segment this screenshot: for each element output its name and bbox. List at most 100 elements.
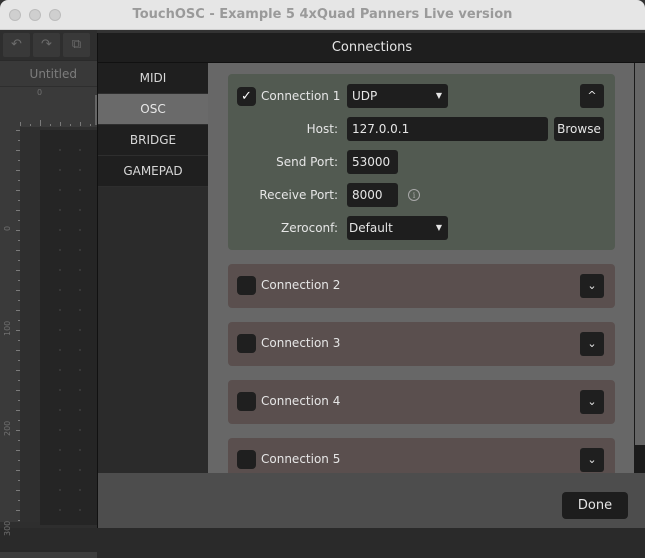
dialog-title: Connections: [98, 33, 645, 63]
connection-1-enable-checkbox[interactable]: ✓: [237, 87, 256, 106]
redo-button[interactable]: ↷: [33, 33, 60, 57]
grid-dot: [59, 329, 61, 331]
ruler-tick: [18, 500, 20, 501]
connection-3-panel: Connection 3 ⌄: [228, 322, 615, 366]
connection-3-label: Connection 3: [261, 336, 341, 350]
connection-5-enable-checkbox[interactable]: [237, 450, 256, 469]
ruler-tick: [16, 350, 20, 351]
ruler-tick: [18, 300, 20, 301]
ruler-tick: [18, 260, 20, 261]
connection-4-label: Connection 4: [261, 394, 341, 408]
send-port-input[interactable]: 53000: [347, 150, 398, 174]
ruler-tick: [16, 430, 20, 431]
info-icon[interactable]: i: [408, 189, 420, 201]
ruler-tick: [40, 120, 41, 126]
ruler-tick: [18, 480, 20, 481]
expand-button[interactable]: ⌄: [580, 332, 604, 356]
done-button[interactable]: Done: [562, 492, 628, 519]
layout-canvas[interactable]: [40, 130, 97, 525]
ruler-tick: [16, 450, 20, 451]
editor-hscrollbar[interactable]: [0, 552, 97, 558]
ruler-tick: [16, 410, 20, 411]
grid-dot: [79, 289, 81, 291]
chevron-down-icon: ⌄: [587, 279, 597, 292]
tab-osc[interactable]: OSC: [98, 94, 208, 125]
expand-button[interactable]: ⌄: [580, 390, 604, 414]
grid-dot: [79, 229, 81, 231]
grid-dot: [79, 409, 81, 411]
ruler-tick: [16, 470, 20, 471]
grid-dot: [59, 209, 61, 211]
grid-dot: [79, 309, 81, 311]
host-input[interactable]: 127.0.0.1: [347, 117, 548, 141]
ruler-tick: [50, 124, 51, 126]
editor-pane: ↶ ↷ ⧉ Untitled 0 0 100 200 300: [0, 30, 97, 558]
receive-port-input[interactable]: 8000: [347, 183, 398, 207]
grid-dot: [79, 389, 81, 391]
connection-1-panel: ✓ Connection 1 UDP ▼ ^ Host: 127.0.0.1 B…: [228, 74, 615, 250]
chevron-down-icon: ⌄: [587, 453, 597, 466]
tab-midi[interactable]: MIDI: [98, 63, 208, 94]
grid-dot: [59, 509, 61, 511]
browse-button[interactable]: Browse: [554, 117, 604, 141]
undo-icon: ↶: [11, 37, 22, 52]
vruler-label: 0: [3, 225, 12, 231]
grid-dot: [59, 169, 61, 171]
expand-button[interactable]: ⌄: [580, 448, 604, 472]
grid-dot: [79, 189, 81, 191]
checkmark-icon: ✓: [241, 89, 252, 104]
ruler-tick: [18, 460, 20, 461]
ruler-tick: [18, 240, 20, 241]
protocol-select[interactable]: UDP ▼: [347, 84, 448, 108]
ruler-tick: [60, 122, 61, 126]
app-window: TouchOSC - Example 5 4xQuad Panners Live…: [0, 0, 645, 558]
zeroconf-value: Default: [349, 221, 393, 235]
undo-button[interactable]: ↶: [3, 33, 30, 57]
copy-button[interactable]: ⧉: [63, 33, 90, 57]
receive-port-label: Receive Port:: [259, 188, 338, 202]
grid-dot: [79, 249, 81, 251]
grid-dot: [79, 349, 81, 351]
grid-dot: [59, 449, 61, 451]
grid-dot: [59, 289, 61, 291]
connection-type-tabs: MIDI OSC BRIDGE GAMEPAD: [98, 63, 208, 473]
send-port-label: Send Port:: [276, 155, 338, 169]
zeroconf-select[interactable]: Default ▼: [347, 216, 448, 240]
grid-dot: [59, 489, 61, 491]
window-title: TouchOSC - Example 5 4xQuad Panners Live…: [132, 7, 513, 22]
tab-bridge[interactable]: BRIDGE: [98, 125, 208, 156]
connection-2-enable-checkbox[interactable]: [237, 276, 256, 295]
grid-dot: [79, 509, 81, 511]
ruler-tick: [70, 124, 71, 126]
expand-button[interactable]: ⌄: [580, 274, 604, 298]
ruler-tick: [18, 280, 20, 281]
ruler-tick: [16, 230, 20, 231]
ruler-tick: [16, 490, 20, 491]
connection-1-label: Connection 1: [261, 89, 341, 103]
tab-gamepad[interactable]: GAMEPAD: [98, 156, 208, 187]
vruler-label: 300: [3, 520, 12, 536]
collapse-button[interactable]: ^: [580, 84, 604, 108]
connection-4-enable-checkbox[interactable]: [237, 392, 256, 411]
host-label: Host:: [306, 122, 338, 136]
dropdown-caret-icon: ▼: [435, 223, 442, 232]
grid-dot: [59, 149, 61, 151]
vruler-label: 200: [3, 420, 12, 436]
connections-scrollbar[interactable]: [634, 63, 645, 473]
hruler-label: 0: [37, 88, 43, 97]
connection-2-panel: Connection 2 ⌄: [228, 264, 615, 308]
copy-icon: ⧉: [71, 37, 82, 52]
ruler-tick: [18, 220, 20, 221]
vruler-label: 100: [3, 320, 12, 336]
connection-3-enable-checkbox[interactable]: [237, 334, 256, 353]
title-bar: TouchOSC - Example 5 4xQuad Panners Live…: [0, 0, 645, 30]
dropdown-caret-icon: ▼: [435, 91, 442, 100]
ruler-tick: [18, 400, 20, 401]
ruler-tick: [16, 330, 20, 331]
grid-dot: [79, 369, 81, 371]
ruler-tick: [20, 122, 21, 126]
scrollbar-thumb[interactable]: [634, 445, 645, 473]
ruler-tick: [16, 290, 20, 291]
ruler-tick: [16, 150, 20, 151]
ruler-tick: [80, 122, 81, 126]
